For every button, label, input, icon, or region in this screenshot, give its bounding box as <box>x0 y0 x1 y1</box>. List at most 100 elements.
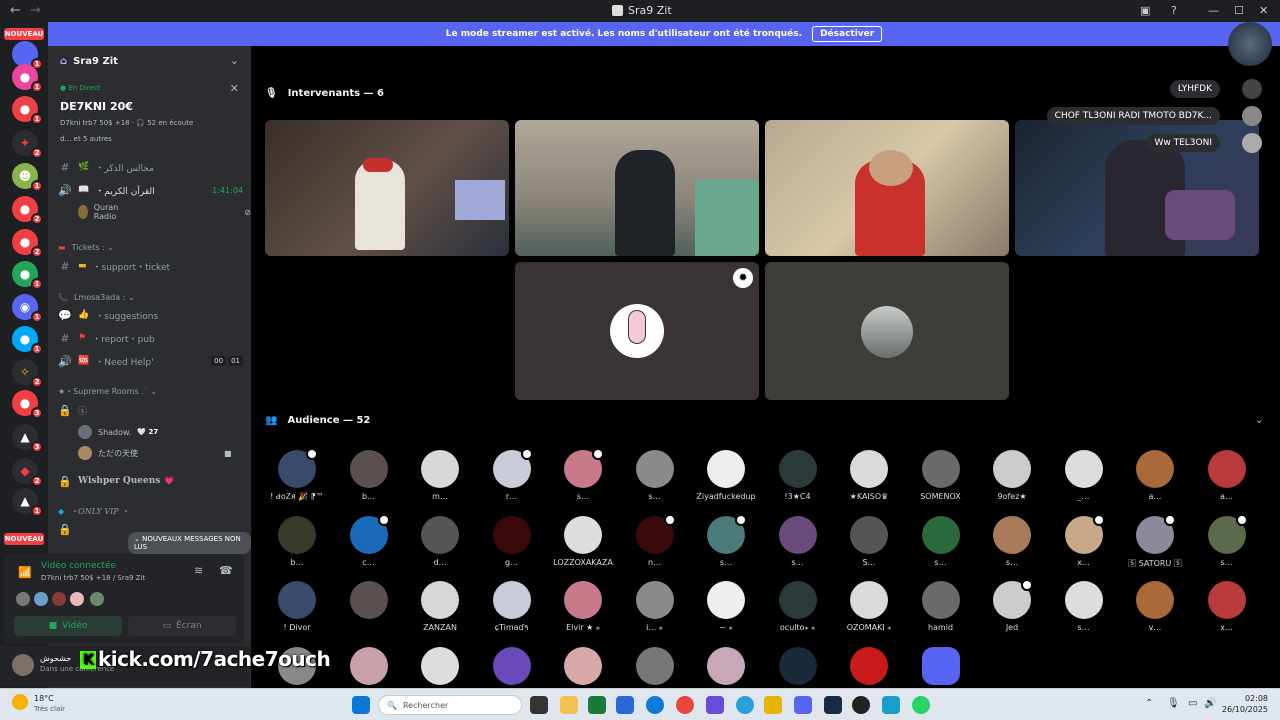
audience-member[interactable]: a… <box>1125 450 1185 501</box>
audience-member[interactable] <box>911 647 971 685</box>
maximize-icon[interactable]: ☐ <box>1234 4 1244 17</box>
channel-needhelp[interactable]: 🔊 🆘 ・Need Help' 00 01 <box>58 352 243 370</box>
audience-member[interactable]: s… <box>553 448 613 501</box>
audience-member[interactable]: SOMENOX <box>911 450 971 501</box>
audience-member[interactable]: Elvir ★ ⁎ <box>553 581 613 632</box>
audience-member[interactable] <box>482 647 542 685</box>
audience-member[interactable]: oculto⁎ ⁎ <box>768 581 828 632</box>
discord-icon[interactable] <box>794 696 812 714</box>
server-icon[interactable]: ● 1 <box>12 64 43 93</box>
server-icon[interactable]: ◉ 1 <box>12 294 43 323</box>
audience-member[interactable]: b… <box>339 450 399 501</box>
help-icon[interactable]: ? <box>1171 4 1177 17</box>
audience-member[interactable]: b… <box>267 515 327 567</box>
audience-member[interactable]: _… <box>1054 450 1114 501</box>
volume-icon[interactable]: 🔊 <box>1204 698 1216 709</box>
audience-member[interactable]: d… <box>410 515 470 567</box>
server-icon[interactable]: ● 1 <box>12 261 43 290</box>
server-icon[interactable]: ● 3 <box>12 390 43 419</box>
audience-member[interactable]: s… <box>911 515 971 567</box>
speaker-avatar-tile[interactable] <box>765 262 1009 400</box>
chevron-down-icon[interactable]: ⌄ <box>1255 413 1264 426</box>
speaker-video-tile[interactable] <box>265 120 509 256</box>
channel-locked[interactable]: 🔒 ⓢ <box>58 401 243 419</box>
unread-messages-popup[interactable]: ⌄ NOUVEAUX MESSAGES NON LUS <box>128 532 251 554</box>
network-icon[interactable]: ▭ <box>1188 698 1197 709</box>
audience-member[interactable]: !3★C4 <box>768 450 828 501</box>
steam-icon[interactable] <box>824 696 842 714</box>
audience-member[interactable]: v… <box>1125 581 1185 632</box>
server-icon[interactable]: ▲ 1 <box>12 488 43 517</box>
audience-member[interactable] <box>339 647 399 685</box>
audience-member[interactable]: x… <box>1197 581 1257 632</box>
category-supreme[interactable]: ★・Supreme Rooms .˙ ⌄ <box>58 382 243 400</box>
noise-suppression-icon[interactable]: ≋ <box>194 564 203 577</box>
voice-user[interactable]: Quran Radio ⊘ <box>78 203 251 221</box>
server-icon[interactable]: ● 2 <box>12 229 43 258</box>
audience-member[interactable]: s… <box>625 450 685 501</box>
audience-member[interactable]: 9ofez★ <box>982 450 1042 501</box>
category-lmosa3ada[interactable]: 📞 Lmosa3ada : ⌄ <box>58 288 243 306</box>
category-tickets[interactable]: ▬ Tickets : ⌄ <box>58 238 243 256</box>
audience-member[interactable]: ɕTimaɗ٩ <box>482 581 542 632</box>
audience-member[interactable] <box>410 647 470 685</box>
channel-support[interactable]: # ▬ ・support・ticket <box>58 257 243 275</box>
app-icon[interactable] <box>852 696 870 714</box>
audience-member[interactable]: n… <box>625 513 685 567</box>
whatsapp-icon[interactable] <box>912 696 930 714</box>
audience-member[interactable] <box>625 647 685 685</box>
edge-icon[interactable] <box>646 696 664 714</box>
audience-member[interactable]: g… <box>482 515 542 567</box>
audience-member[interactable] <box>553 647 613 685</box>
chevron-down-icon[interactable]: ⌄ <box>230 54 239 67</box>
app-icon[interactable] <box>588 696 606 714</box>
channel-suggestions[interactable]: 💬 👍 ・suggestions <box>58 306 243 324</box>
audience-member[interactable]: x… <box>1054 513 1114 567</box>
audience-member[interactable]: S… <box>839 515 899 567</box>
server-icon[interactable]: ▲ 3 <box>12 424 43 453</box>
voice-user[interactable]: ただの天使 ■ <box>78 445 232 461</box>
audience-member[interactable]: LOZZOXAKAZA <box>553 515 613 567</box>
server-header[interactable]: ⌂ Sra9 Zit <box>60 56 118 67</box>
audience-member[interactable]: ~ ⁎ <box>696 581 756 632</box>
voice-user[interactable]: Shadow. 🤍 27 <box>78 424 158 440</box>
audience-member[interactable]: OZOMAKI ⁎ <box>839 581 899 632</box>
speaker-avatar-tile[interactable]: ✹ <box>515 262 759 400</box>
audience-member[interactable]: ZANZAN <box>410 581 470 632</box>
weather-icon[interactable] <box>12 694 28 710</box>
server-icon[interactable]: ☻ 1 <box>12 163 43 192</box>
audience-member[interactable] <box>696 647 756 685</box>
audience-member[interactable]: a… <box>1197 450 1257 501</box>
inbox-icon[interactable]: ▣ <box>1140 4 1150 17</box>
close-window-icon[interactable]: ✕ <box>1259 4 1268 17</box>
speaker-video-tile[interactable] <box>1015 120 1259 256</box>
audience-member[interactable]: s… <box>1054 581 1114 632</box>
app-icon[interactable] <box>764 696 782 714</box>
disconnect-icon[interactable]: ☎ <box>219 564 233 577</box>
audience-member[interactable]: ★KAISO♛ <box>839 450 899 501</box>
audience-member[interactable]: ! Divor <box>267 581 327 632</box>
audience-member[interactable] <box>839 647 899 685</box>
app-icon[interactable] <box>882 696 900 714</box>
audience-member[interactable]: 🅂 SATORU 🅂 <box>1125 513 1185 569</box>
audience-member[interactable]: s… <box>768 515 828 567</box>
audience-member[interactable] <box>768 647 828 685</box>
server-icon[interactable]: ● 1 <box>12 326 43 355</box>
close-icon[interactable]: ✕ <box>230 82 239 95</box>
server-icon[interactable]: ● 2 <box>12 196 43 225</box>
category-onlyvip[interactable]: ◆ ・ONLY VIP ・ <box>58 502 243 520</box>
microphone-icon[interactable]: 🎙 <box>1167 698 1180 709</box>
channel-wishper[interactable]: 🔒 Wishper Queens 💗 <box>58 472 243 490</box>
app-icon[interactable] <box>616 696 634 714</box>
screen-share-button[interactable]: ▭ Écran <box>128 616 236 636</box>
audience-member[interactable]: hamid <box>911 581 971 632</box>
audience-member[interactable]: s… <box>982 515 1042 567</box>
audience-member[interactable]: s… <box>696 513 756 567</box>
audience-member[interactable]: Ziyadfuckedup <box>696 450 756 501</box>
audience-member[interactable]: s… <box>1197 513 1257 567</box>
channel-report[interactable]: # ⚑ ・report・pub <box>58 329 243 347</box>
audience-member[interactable]: i… ⁎ <box>625 581 685 632</box>
chrome-icon[interactable] <box>676 696 694 714</box>
task-view-icon[interactable] <box>530 696 548 714</box>
channel-majalis[interactable]: # 🌿 ・مجالس الذكر <box>58 158 243 176</box>
